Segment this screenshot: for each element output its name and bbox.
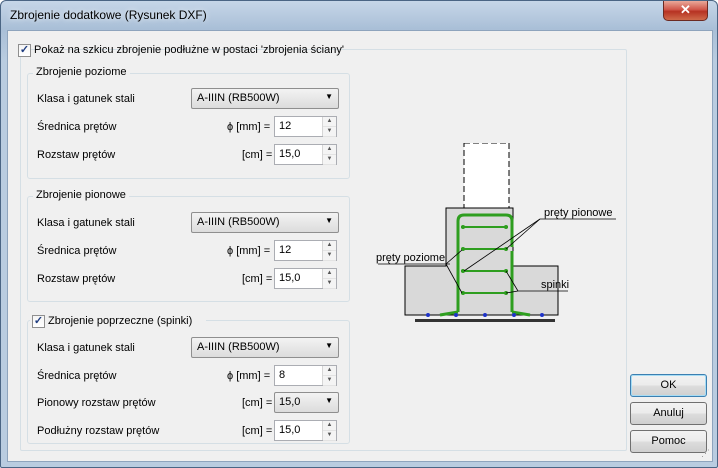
show-wall-reinforcement-checkbox[interactable]: ✓ (18, 44, 31, 57)
footing-base-line (415, 319, 555, 322)
close-icon: ✕ (680, 2, 691, 17)
wall-outline-dashed (463, 143, 510, 209)
dialog-client-area: ✓ Pokaż na szkicu zbrojenie podłużne w p… (7, 30, 713, 462)
check-icon: ✓ (33, 315, 44, 327)
h-steel-label: Klasa i gatunek stali (37, 93, 135, 105)
window-title: Zbrojenie dodatkowe (Rysunek DXF) (10, 8, 207, 22)
spin-down-icon[interactable]: ▼ (323, 155, 336, 165)
spin-down-icon[interactable]: ▼ (323, 127, 336, 137)
v-steel-label: Klasa i gatunek stali (37, 217, 135, 229)
chevron-down-icon: ▼ (325, 396, 333, 405)
h-diameter-input[interactable]: 12 ▲ ▼ (274, 116, 337, 137)
spin-down-icon[interactable]: ▼ (323, 431, 336, 441)
t-lspacing-label: Podłużny rozstaw prętów (37, 425, 160, 437)
v-spacing-value: 15,0 (279, 272, 301, 284)
t-lspacing-unit: [cm] = (242, 425, 273, 437)
v-diameter-input[interactable]: 12 ▲ ▼ (274, 240, 337, 261)
t-vspacing-value: 15,0 (279, 396, 301, 408)
h-steel-select[interactable]: A-IIIN (RB500W) ▼ (191, 88, 339, 109)
check-icon: ✓ (19, 44, 30, 56)
t-vspacing-unit: [cm] = (242, 397, 273, 409)
spin-up-icon[interactable]: ▲ (323, 145, 336, 155)
transverse-checkbox[interactable]: ✓ (32, 315, 45, 328)
v-diameter-value: 12 (279, 244, 292, 256)
group-horizontal-title: Zbrojenie poziome (33, 66, 130, 78)
h-diameter-label: Średnica prętów (37, 121, 117, 133)
v-spacing-unit: [cm] = (242, 273, 273, 285)
v-steel-select[interactable]: A-IIIN (RB500W) ▼ (191, 212, 339, 233)
h-diameter-value: 12 (279, 120, 292, 132)
t-steel-value: A-IIIN (RB500W) (197, 341, 280, 353)
chevron-down-icon: ▼ (325, 341, 333, 350)
h-spacing-input[interactable]: 15,0 ▲ ▼ (274, 144, 337, 165)
group-vertical-title: Zbrojenie pionowe (33, 189, 129, 201)
chevron-down-icon: ▼ (325, 216, 333, 225)
t-diameter-unit: ϕ [mm] = (227, 370, 271, 382)
label-horizontal-bars: pręty poziome (376, 252, 445, 264)
group-transverse-title: Zbrojenie poprzeczne (spinki) (48, 315, 193, 327)
t-vspacing-label: Pionowy rozstaw prętów (37, 397, 156, 409)
label-spinki: spinki (541, 279, 569, 291)
t-diameter-label: Średnica prętów (37, 370, 117, 382)
t-lspacing-input[interactable]: 15,0 ▲ ▼ (274, 420, 337, 441)
spin-down-icon[interactable]: ▼ (323, 279, 336, 289)
ok-button[interactable]: OK (630, 374, 707, 397)
chevron-down-icon: ▼ (325, 92, 333, 101)
resize-grip-icon[interactable]: ⋰ (701, 448, 710, 459)
t-steel-select[interactable]: A-IIIN (RB500W) ▼ (191, 337, 339, 358)
spin-up-icon[interactable]: ▲ (323, 366, 336, 376)
v-diameter-label: Średnica prętów (37, 245, 117, 257)
spin-up-icon[interactable]: ▲ (323, 117, 336, 127)
h-spacing-label: Rozstaw prętów (37, 149, 116, 161)
h-diameter-unit: ϕ [mm] = (227, 121, 271, 133)
spin-down-icon[interactable]: ▼ (323, 251, 336, 261)
t-vspacing-select[interactable]: 15,0 ▼ (274, 392, 339, 413)
cancel-button[interactable]: Anuluj (630, 402, 707, 425)
reinforcement-sketch: pręty pionowe pręty poziome spinki (376, 143, 616, 322)
t-lspacing-value: 15,0 (279, 424, 301, 436)
h-spacing-unit: [cm] = (242, 149, 273, 161)
label-vertical-bars: pręty pionowe (544, 207, 613, 219)
close-button[interactable]: ✕ (663, 1, 708, 21)
v-diameter-unit: ϕ [mm] = (227, 245, 271, 257)
v-spacing-label: Rozstaw prętów (37, 273, 116, 285)
help-button[interactable]: Pomoc (630, 430, 707, 453)
spin-up-icon[interactable]: ▲ (323, 241, 336, 251)
t-diameter-input[interactable]: 8 ▲ ▼ (274, 365, 337, 386)
h-steel-value: A-IIIN (RB500W) (197, 92, 280, 104)
v-spacing-input[interactable]: 15,0 ▲ ▼ (274, 268, 337, 289)
spin-down-icon[interactable]: ▼ (323, 376, 336, 386)
spin-up-icon[interactable]: ▲ (323, 269, 336, 279)
spin-up-icon[interactable]: ▲ (323, 421, 336, 431)
dialog-window: Zbrojenie dodatkowe (Rysunek DXF) ✕ ✓ Po… (0, 0, 718, 468)
t-diameter-value: 8 (279, 369, 286, 381)
show-wall-reinforcement-label: Pokaż na szkicu zbrojenie podłużne w pos… (34, 44, 344, 56)
h-spacing-value: 15,0 (279, 148, 301, 160)
t-steel-label: Klasa i gatunek stali (37, 342, 135, 354)
v-steel-value: A-IIIN (RB500W) (197, 216, 280, 228)
